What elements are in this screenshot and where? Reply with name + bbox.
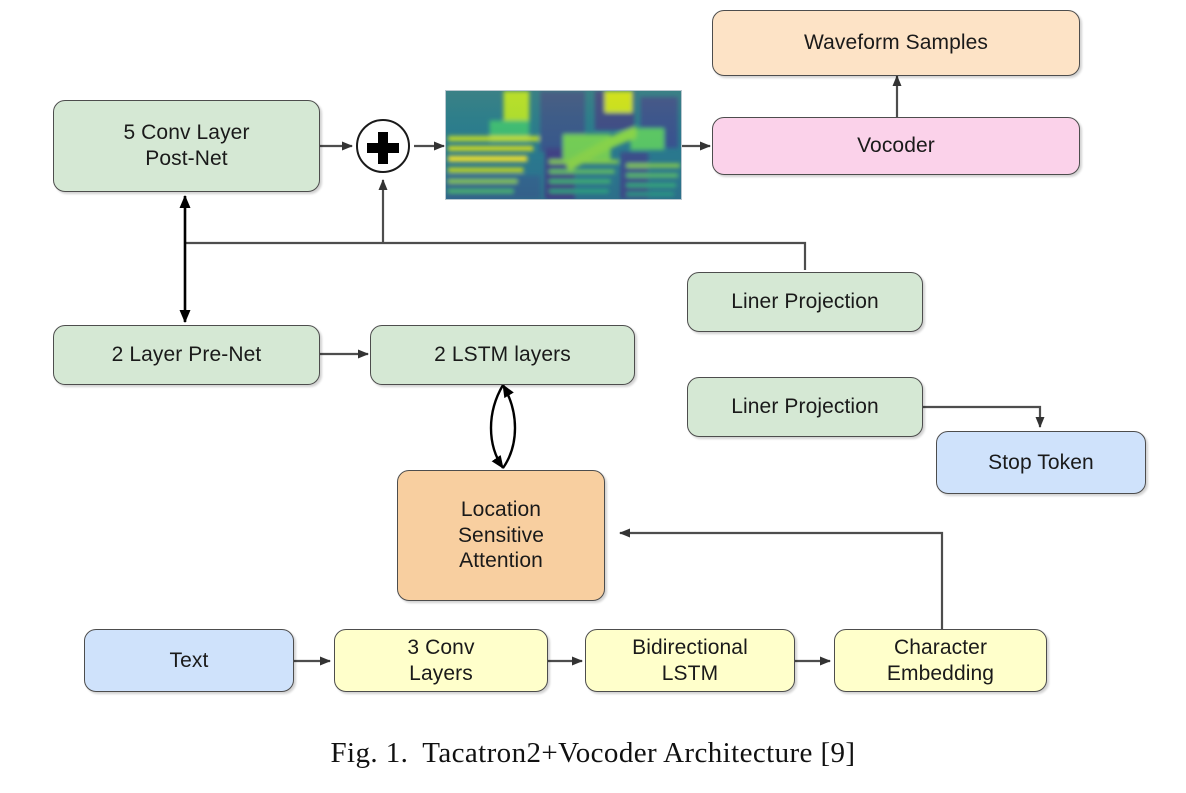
node-post-net[interactable]: 5 Conv Layer Post-Net [53, 100, 320, 192]
node-linear-projection-top[interactable]: Liner Projection [687, 272, 923, 332]
figure-caption-text: Tacatron2+Vocoder Architecture [9] [422, 737, 856, 769]
figure-caption: Fig. 1. Tacatron2+Vocoder Architecture [9… [0, 737, 1186, 770]
node-linear-projection-bottom[interactable]: Liner Projection [687, 377, 923, 437]
node-pre-net[interactable]: 2 Layer Pre-Net [53, 325, 320, 385]
node-conv-layers[interactable]: 3 Conv Layers [334, 629, 548, 692]
node-location-sensitive-attention[interactable]: Location Sensitive Attention [397, 470, 605, 601]
node-character-embedding[interactable]: Character Embedding [834, 629, 1047, 692]
node-waveform-samples[interactable]: Waveform Samples [712, 10, 1080, 76]
node-vocoder[interactable]: Vocoder [712, 117, 1080, 175]
figure-tacotron2-vocoder-architecture: 5 Conv Layer Post-Net Vocoder Waveform S… [0, 0, 1186, 793]
node-text-input[interactable]: Text [84, 629, 294, 692]
node-stop-token[interactable]: Stop Token [936, 431, 1146, 494]
plus-circle-icon [356, 119, 410, 173]
mel-spectrogram-image [445, 90, 682, 200]
node-bidirectional-lstm[interactable]: Bidirectional LSTM [585, 629, 795, 692]
figure-caption-label: Fig. 1. [330, 737, 409, 769]
node-lstm-layers[interactable]: 2 LSTM layers [370, 325, 635, 385]
